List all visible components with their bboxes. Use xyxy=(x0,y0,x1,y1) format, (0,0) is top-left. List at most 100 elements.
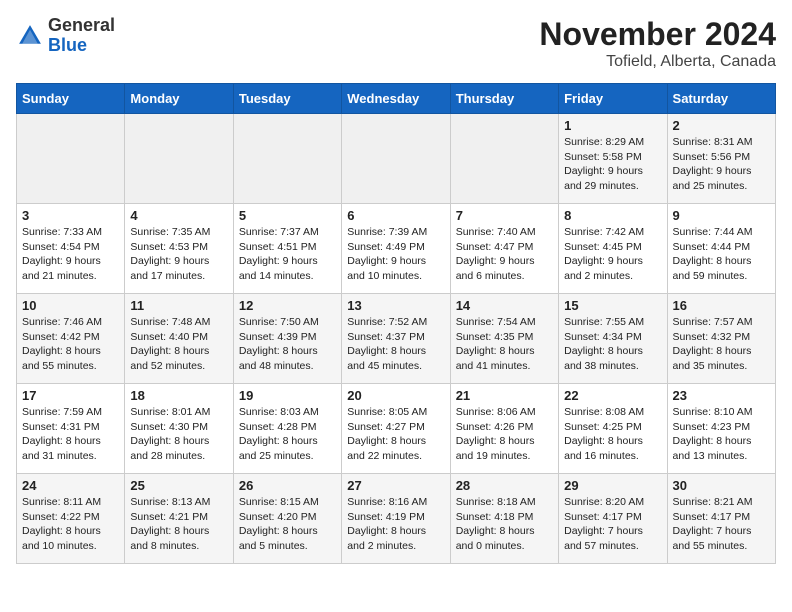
day-number: 15 xyxy=(564,298,661,313)
day-number: 24 xyxy=(22,478,119,493)
day-info: Sunrise: 7:35 AM xyxy=(130,225,227,240)
calendar-cell: 29Sunrise: 8:20 AMSunset: 4:17 PMDayligh… xyxy=(559,474,667,564)
week-row-0: 1Sunrise: 8:29 AMSunset: 5:58 PMDaylight… xyxy=(17,114,776,204)
day-number: 10 xyxy=(22,298,119,313)
day-info: and 29 minutes. xyxy=(564,179,661,194)
day-info: Sunrise: 7:48 AM xyxy=(130,315,227,330)
day-number: 28 xyxy=(456,478,553,493)
calendar-cell: 6Sunrise: 7:39 AMSunset: 4:49 PMDaylight… xyxy=(342,204,450,294)
day-info: and 25 minutes. xyxy=(239,449,336,464)
day-info: Sunrise: 7:59 AM xyxy=(22,405,119,420)
day-info: and 2 minutes. xyxy=(347,539,444,554)
day-info: Daylight: 8 hours xyxy=(22,344,119,359)
day-info: and 55 minutes. xyxy=(673,539,770,554)
calendar-cell: 24Sunrise: 8:11 AMSunset: 4:22 PMDayligh… xyxy=(17,474,125,564)
day-info: Sunset: 4:49 PM xyxy=(347,240,444,255)
day-info: Sunrise: 7:40 AM xyxy=(456,225,553,240)
day-info: and 38 minutes. xyxy=(564,359,661,374)
day-info: Sunset: 4:34 PM xyxy=(564,330,661,345)
page-header: General Blue November 2024 Tofield, Albe… xyxy=(16,16,776,71)
calendar-cell: 7Sunrise: 7:40 AMSunset: 4:47 PMDaylight… xyxy=(450,204,558,294)
day-info: and 10 minutes. xyxy=(347,269,444,284)
day-number: 30 xyxy=(673,478,770,493)
day-number: 2 xyxy=(673,118,770,133)
day-info: and 0 minutes. xyxy=(456,539,553,554)
weekday-wednesday: Wednesday xyxy=(342,84,450,114)
day-info: Daylight: 8 hours xyxy=(22,524,119,539)
calendar-header: SundayMondayTuesdayWednesdayThursdayFrid… xyxy=(17,84,776,114)
calendar-cell xyxy=(17,114,125,204)
day-info: Sunrise: 8:10 AM xyxy=(673,405,770,420)
day-info: Sunrise: 8:05 AM xyxy=(347,405,444,420)
day-number: 17 xyxy=(22,388,119,403)
day-info: Sunrise: 8:20 AM xyxy=(564,495,661,510)
day-info: Daylight: 8 hours xyxy=(456,524,553,539)
calendar-cell: 15Sunrise: 7:55 AMSunset: 4:34 PMDayligh… xyxy=(559,294,667,384)
calendar-cell: 21Sunrise: 8:06 AMSunset: 4:26 PMDayligh… xyxy=(450,384,558,474)
day-info: Daylight: 9 hours xyxy=(239,254,336,269)
weekday-thursday: Thursday xyxy=(450,84,558,114)
day-info: and 55 minutes. xyxy=(22,359,119,374)
day-info: Daylight: 8 hours xyxy=(347,344,444,359)
day-info: Sunset: 4:25 PM xyxy=(564,420,661,435)
calendar-cell: 9Sunrise: 7:44 AMSunset: 4:44 PMDaylight… xyxy=(667,204,775,294)
day-number: 22 xyxy=(564,388,661,403)
day-number: 25 xyxy=(130,478,227,493)
day-info: Daylight: 8 hours xyxy=(239,434,336,449)
calendar-cell xyxy=(450,114,558,204)
day-info: Sunset: 4:17 PM xyxy=(673,510,770,525)
day-number: 5 xyxy=(239,208,336,223)
day-info: Sunrise: 8:21 AM xyxy=(673,495,770,510)
day-info: Sunset: 4:53 PM xyxy=(130,240,227,255)
day-info: Daylight: 8 hours xyxy=(347,524,444,539)
day-info: Daylight: 8 hours xyxy=(456,344,553,359)
day-info: Daylight: 8 hours xyxy=(130,344,227,359)
day-info: Daylight: 8 hours xyxy=(239,524,336,539)
day-number: 23 xyxy=(673,388,770,403)
day-number: 7 xyxy=(456,208,553,223)
day-info: Daylight: 9 hours xyxy=(22,254,119,269)
day-info: Sunrise: 7:57 AM xyxy=(673,315,770,330)
calendar-cell: 13Sunrise: 7:52 AMSunset: 4:37 PMDayligh… xyxy=(342,294,450,384)
day-info: and 19 minutes. xyxy=(456,449,553,464)
weekday-saturday: Saturday xyxy=(667,84,775,114)
day-info: Sunrise: 8:08 AM xyxy=(564,405,661,420)
day-info: and 59 minutes. xyxy=(673,269,770,284)
weekday-friday: Friday xyxy=(559,84,667,114)
day-info: Sunset: 4:18 PM xyxy=(456,510,553,525)
month-title: November 2024 xyxy=(539,16,776,53)
week-row-3: 17Sunrise: 7:59 AMSunset: 4:31 PMDayligh… xyxy=(17,384,776,474)
day-info: Daylight: 8 hours xyxy=(673,344,770,359)
day-info: and 21 minutes. xyxy=(22,269,119,284)
day-info: Sunset: 5:58 PM xyxy=(564,150,661,165)
day-info: and 5 minutes. xyxy=(239,539,336,554)
calendar-cell: 26Sunrise: 8:15 AMSunset: 4:20 PMDayligh… xyxy=(233,474,341,564)
day-info: Daylight: 9 hours xyxy=(347,254,444,269)
day-info: Sunset: 4:37 PM xyxy=(347,330,444,345)
day-info: Sunrise: 7:37 AM xyxy=(239,225,336,240)
calendar-cell: 12Sunrise: 7:50 AMSunset: 4:39 PMDayligh… xyxy=(233,294,341,384)
day-number: 18 xyxy=(130,388,227,403)
day-info: and 25 minutes. xyxy=(673,179,770,194)
day-info: and 52 minutes. xyxy=(130,359,227,374)
weekday-tuesday: Tuesday xyxy=(233,84,341,114)
logo-icon xyxy=(16,22,44,50)
day-number: 4 xyxy=(130,208,227,223)
day-info: and 45 minutes. xyxy=(347,359,444,374)
calendar-cell: 20Sunrise: 8:05 AMSunset: 4:27 PMDayligh… xyxy=(342,384,450,474)
day-info: Sunrise: 7:54 AM xyxy=(456,315,553,330)
calendar-cell: 16Sunrise: 7:57 AMSunset: 4:32 PMDayligh… xyxy=(667,294,775,384)
day-info: Sunset: 4:54 PM xyxy=(22,240,119,255)
day-info: Sunset: 4:28 PM xyxy=(239,420,336,435)
calendar-cell: 18Sunrise: 8:01 AMSunset: 4:30 PMDayligh… xyxy=(125,384,233,474)
day-info: and 35 minutes. xyxy=(673,359,770,374)
day-info: Sunrise: 8:18 AM xyxy=(456,495,553,510)
calendar-cell: 11Sunrise: 7:48 AMSunset: 4:40 PMDayligh… xyxy=(125,294,233,384)
calendar-cell: 5Sunrise: 7:37 AMSunset: 4:51 PMDaylight… xyxy=(233,204,341,294)
day-info: Daylight: 8 hours xyxy=(347,434,444,449)
day-info: Daylight: 8 hours xyxy=(564,344,661,359)
day-info: Sunset: 4:30 PM xyxy=(130,420,227,435)
day-info: Daylight: 8 hours xyxy=(456,434,553,449)
day-info: Sunrise: 8:29 AM xyxy=(564,135,661,150)
day-number: 19 xyxy=(239,388,336,403)
